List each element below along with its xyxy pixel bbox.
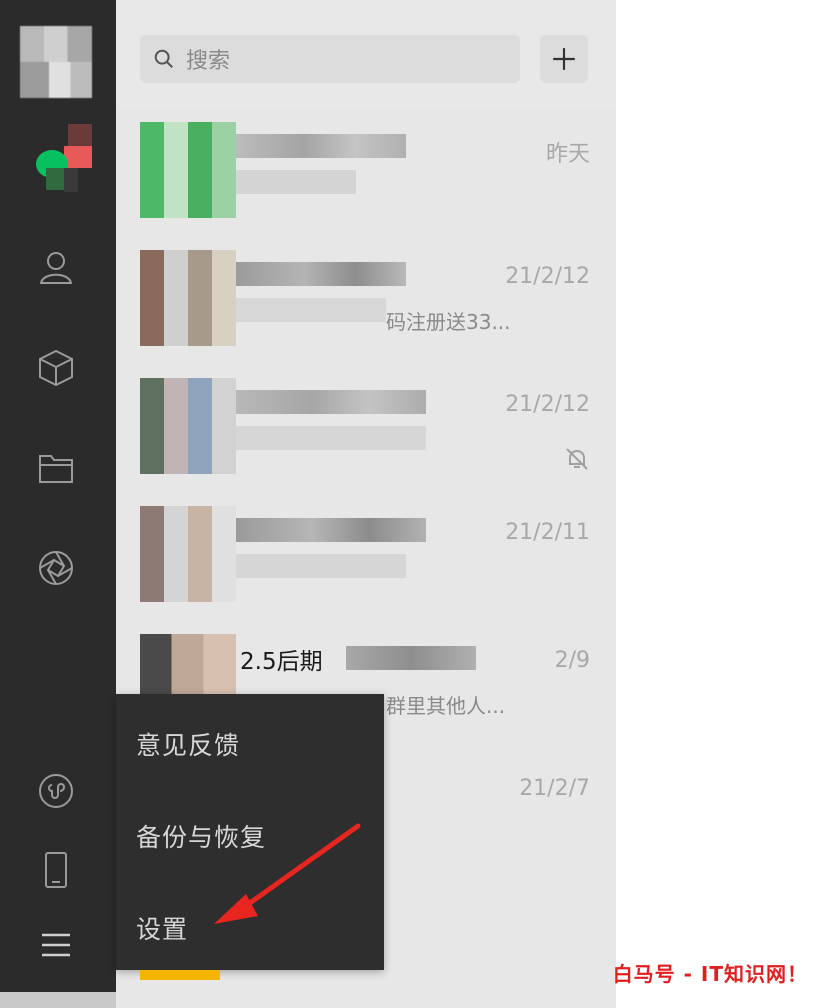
chat-preview-blur bbox=[236, 426, 426, 450]
avatar[interactable] bbox=[20, 26, 92, 98]
chat-avatar bbox=[140, 250, 236, 346]
chat-item[interactable]: 21/2/11 bbox=[116, 492, 616, 620]
chat-preview-blur bbox=[236, 554, 406, 578]
plus-icon bbox=[553, 48, 575, 70]
chat-time: 21/2/7 bbox=[519, 776, 590, 801]
chat-preview-blur bbox=[236, 298, 386, 322]
chat-avatar bbox=[140, 506, 236, 602]
chat-item[interactable]: 21/2/12 bbox=[116, 364, 616, 492]
phone-icon[interactable] bbox=[33, 847, 79, 893]
chat-time: 21/2/12 bbox=[505, 264, 590, 289]
chat-name: 2.5后期 bbox=[240, 649, 323, 675]
chat-name-blur bbox=[236, 390, 426, 414]
search-box[interactable]: 搜索 bbox=[140, 35, 520, 83]
app-window: 搜索 昨天 码注册送33... 21/2/12 21/2/12 21/2/11 … bbox=[0, 0, 832, 1008]
search-placeholder: 搜索 bbox=[186, 49, 231, 74]
sidebar bbox=[0, 0, 116, 1008]
chat-preview: 群里其他人... bbox=[386, 694, 506, 718]
chat-preview: 码注册送33... bbox=[386, 310, 511, 334]
chat-name-blur bbox=[346, 646, 476, 670]
add-button[interactable] bbox=[540, 35, 588, 83]
chat-name-blur bbox=[236, 518, 426, 542]
mini-program-icon[interactable] bbox=[33, 768, 79, 814]
chat-time: 2/9 bbox=[554, 648, 590, 673]
chat-name-blur bbox=[236, 262, 406, 286]
yellow-bar bbox=[140, 970, 220, 980]
chat-name-blur bbox=[236, 134, 406, 158]
folder-icon[interactable] bbox=[33, 445, 79, 491]
contacts-icon[interactable] bbox=[33, 244, 79, 290]
chat-icon[interactable] bbox=[34, 124, 94, 194]
chat-time: 21/2/11 bbox=[505, 520, 590, 545]
annotation-arrow-icon bbox=[214, 823, 361, 924]
menu-icon[interactable] bbox=[33, 922, 79, 968]
watermark-text: 白马号 - IT知识网！ bbox=[612, 962, 808, 986]
chat-item[interactable]: 昨天 bbox=[116, 108, 616, 236]
chat-time: 昨天 bbox=[545, 142, 590, 167]
moments-icon[interactable] bbox=[33, 545, 79, 591]
chat-preview-blur bbox=[236, 170, 356, 194]
chat-time: 21/2/12 bbox=[505, 392, 590, 417]
search-icon bbox=[152, 47, 176, 71]
menu-item-settings[interactable]: 设置 bbox=[136, 910, 188, 946]
menu-item-feedback[interactable]: 意见反馈 bbox=[136, 726, 240, 762]
chat-avatar bbox=[140, 122, 236, 218]
chat-avatar bbox=[140, 378, 236, 474]
chat-item[interactable]: 码注册送33... 21/2/12 bbox=[116, 236, 616, 364]
top-bar: 搜索 bbox=[116, 0, 616, 108]
cube-icon[interactable] bbox=[33, 345, 79, 391]
sidebar-bottom-edge bbox=[0, 992, 116, 1008]
mute-icon bbox=[566, 448, 588, 470]
